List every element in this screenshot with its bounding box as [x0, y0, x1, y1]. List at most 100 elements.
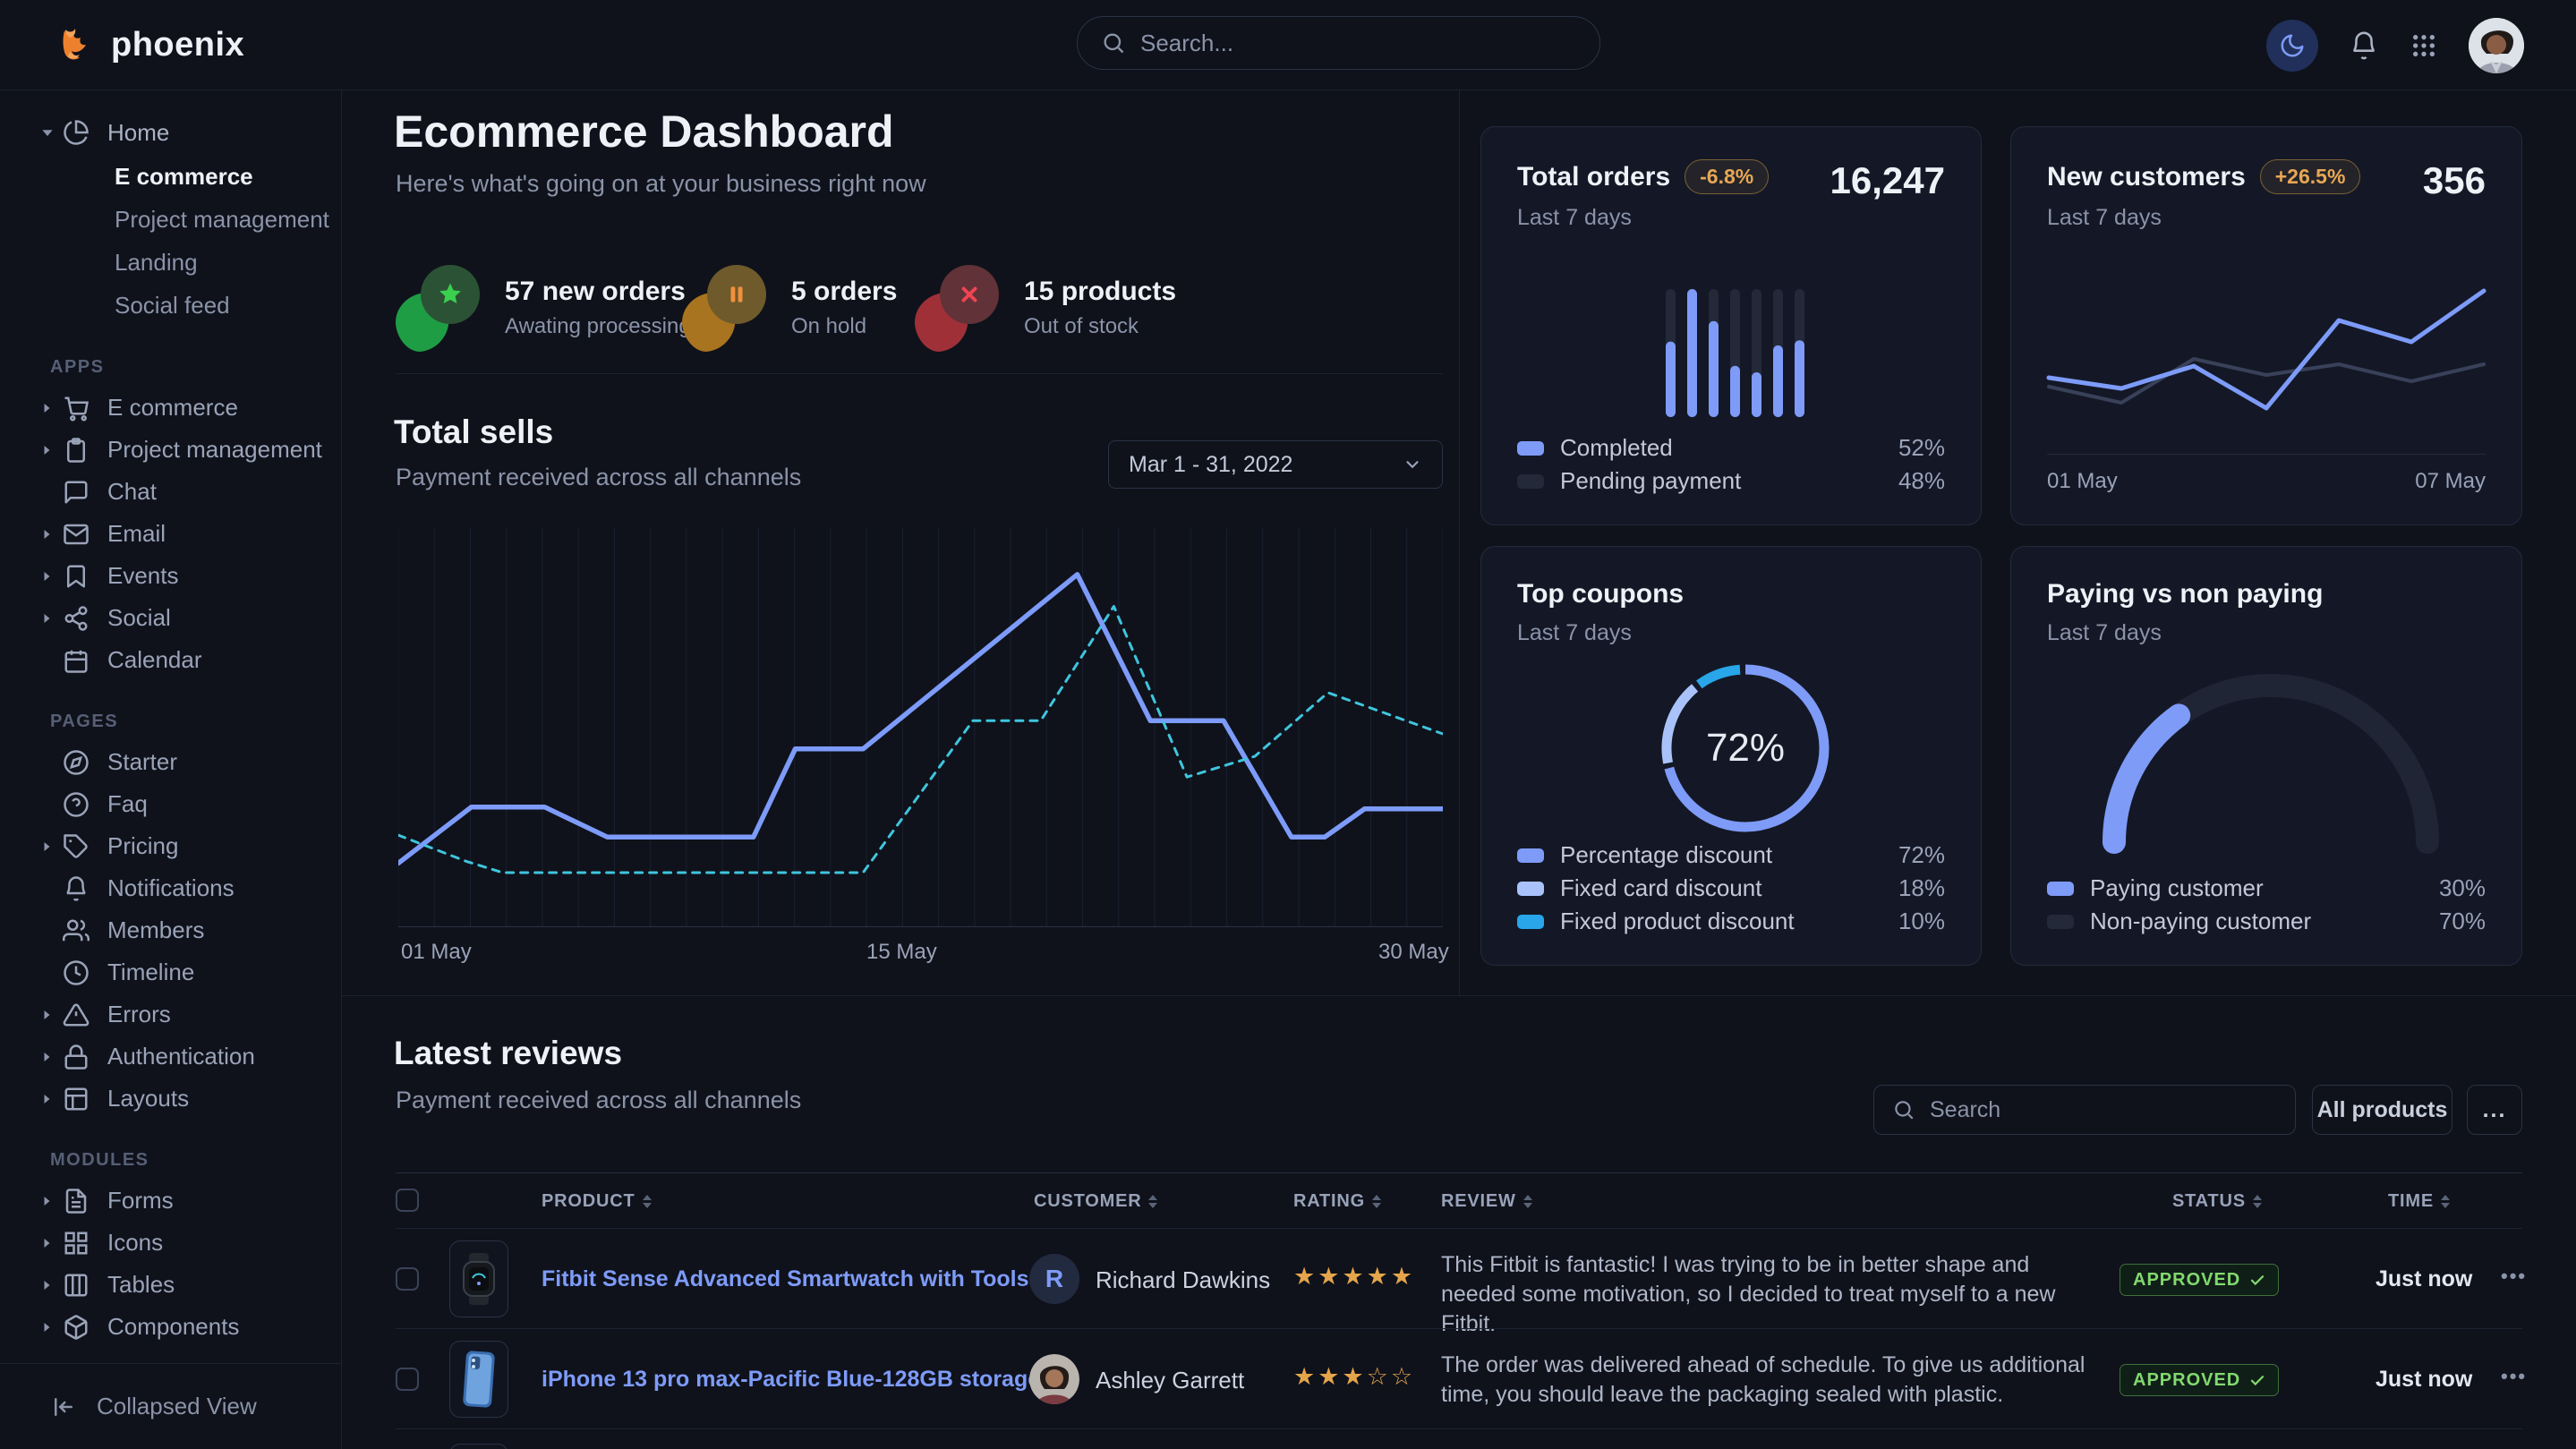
chevron-right-icon — [39, 1236, 63, 1250]
users-icon — [63, 917, 90, 944]
divider — [342, 995, 2576, 996]
chevron-right-icon — [39, 1320, 63, 1334]
sidebar-subitem-project-management[interactable]: Project management — [115, 198, 341, 241]
select-all-checkbox[interactable] — [396, 1189, 419, 1212]
customer-name: Ashley Garrett — [1096, 1367, 1244, 1394]
product-thumbnail[interactable] — [449, 1444, 508, 1449]
brand-logo[interactable]: phoenix — [52, 21, 244, 68]
warning-icon — [63, 1002, 90, 1028]
column-label: CUSTOMER — [1034, 1191, 1141, 1212]
legend-value: 18% — [1898, 874, 1945, 902]
sidebar-item-starter[interactable]: Starter — [0, 741, 341, 783]
moon-icon — [2279, 32, 2306, 59]
product-link[interactable]: Fitbit Sense Advanced Smartwatch with To… — [542, 1266, 1075, 1292]
sidebar-item-social[interactable]: Social — [0, 597, 341, 639]
sidebar-item-home[interactable]: Home — [0, 110, 341, 155]
clock-icon — [63, 959, 90, 986]
global-search[interactable] — [1077, 16, 1600, 70]
product-link[interactable]: iPhone 13 pro max-Pacific Blue-128GB sto… — [542, 1367, 1040, 1393]
sidebar-item-icons[interactable]: Icons — [0, 1222, 341, 1264]
sidebar-item-label: Chat — [107, 478, 157, 506]
collapse-sidebar-button[interactable]: Collapsed View — [0, 1363, 341, 1449]
apps-menu-button[interactable] — [2410, 31, 2438, 60]
sidebar-item-label: Notifications — [107, 874, 235, 902]
card-period: Last 7 days — [2047, 620, 2486, 646]
sidebar-item-timeline[interactable]: Timeline — [0, 951, 341, 993]
paying-card: Paying vs non paying Last 7 days Paying … — [2010, 546, 2522, 966]
status-label: APPROVED — [2133, 1370, 2240, 1391]
column-header-rating[interactable]: RATING — [1293, 1191, 1381, 1212]
column-header-time[interactable]: TIME — [2388, 1191, 2450, 1212]
home-submenu: E commerceProject managementLandingSocia… — [0, 155, 341, 327]
sidebar-subitem-landing[interactable]: Landing — [115, 241, 341, 284]
file-icon — [63, 1188, 90, 1215]
sidebar-subitem-social-feed[interactable]: Social feed — [115, 284, 341, 327]
row-actions-button[interactable]: ••• — [2501, 1265, 2527, 1288]
top-coupons-card: Top coupons Last 7 days 72% Percentage d… — [1480, 546, 1982, 966]
sidebar-item-members[interactable]: Members — [0, 909, 341, 951]
sidebar-item-faq[interactable]: Faq — [0, 783, 341, 825]
orders-bar-chart — [1665, 289, 1804, 417]
sidebar-subitem-e-commerce[interactable]: E commerce — [115, 155, 341, 198]
navbar-actions — [2266, 0, 2524, 90]
table-row — [396, 1428, 2522, 1449]
legend-row-completed: Completed52% — [1517, 431, 1945, 465]
legend-value: 70% — [2439, 908, 2486, 935]
sidebar-item-pricing[interactable]: Pricing — [0, 825, 341, 867]
sidebar-item-components[interactable]: Components — [0, 1306, 341, 1348]
mail-icon — [63, 521, 90, 548]
column-header-product[interactable]: PRODUCT — [542, 1191, 652, 1212]
stat-title: 57 new orders — [505, 277, 691, 307]
theme-toggle-button[interactable] — [2266, 20, 2318, 72]
global-search-input[interactable] — [1140, 30, 1576, 57]
sidebar-item-label: Faq — [107, 790, 148, 818]
row-actions-button[interactable]: ••• — [2501, 1365, 2527, 1388]
box-icon — [63, 1314, 90, 1341]
notifications-button[interactable] — [2349, 30, 2379, 61]
sidebar-section-label-pages: PAGES — [50, 712, 341, 732]
sidebar-item-email[interactable]: Email — [0, 513, 341, 555]
reviews-more-button[interactable]: ... — [2467, 1085, 2522, 1135]
legend-swatch — [1517, 882, 1544, 896]
sidebar-item-label: Social — [107, 604, 171, 632]
card-title: Top coupons — [1517, 579, 1945, 609]
column-header-status[interactable]: STATUS — [2172, 1191, 2262, 1212]
sidebar-item-label: Home — [107, 119, 169, 147]
orders-legend: Completed52%Pending payment48% — [1517, 431, 1945, 498]
stat-title: 15 products — [1024, 277, 1176, 307]
coupons-donut-chart: 72% — [1651, 654, 1839, 842]
tag-icon — [63, 833, 90, 860]
column-header-customer[interactable]: CUSTOMER — [1034, 1191, 1157, 1212]
column-header-review[interactable]: REVIEW — [1441, 1191, 1532, 1212]
row-checkbox[interactable] — [396, 1368, 419, 1391]
legend-swatch — [1517, 848, 1544, 863]
sidebar-item-layouts[interactable]: Layouts — [0, 1078, 341, 1120]
sidebar-item-calendar[interactable]: Calendar — [0, 639, 341, 681]
sidebar-item-project-management[interactable]: Project management — [0, 429, 341, 471]
all-products-button[interactable]: All products — [2312, 1085, 2452, 1135]
legend-value: 30% — [2439, 874, 2486, 902]
reviews-search-input[interactable] — [1930, 1097, 2277, 1123]
sidebar-item-authentication[interactable]: Authentication — [0, 1036, 341, 1078]
sidebar-item-notifications[interactable]: Notifications — [0, 867, 341, 909]
chevron-right-icon — [39, 569, 63, 584]
sidebar-item-events[interactable]: Events — [0, 555, 341, 597]
row-checkbox[interactable] — [396, 1267, 419, 1291]
user-avatar[interactable] — [2469, 18, 2524, 73]
sidebar-item-e-commerce[interactable]: E commerce — [0, 387, 341, 429]
customer-avatar: R — [1029, 1254, 1079, 1304]
sidebar-item-chat[interactable]: Chat — [0, 471, 341, 513]
compass-icon — [63, 749, 90, 776]
card-title: Total orders — [1517, 162, 1670, 192]
product-thumbnail[interactable] — [449, 1240, 508, 1317]
review-time: Just now — [2376, 1266, 2472, 1292]
product-thumbnail[interactable] — [449, 1341, 508, 1418]
coupons-legend: Percentage discount72%Fixed card discoun… — [1517, 839, 1945, 938]
sidebar-item-errors[interactable]: Errors — [0, 993, 341, 1036]
sidebar-item-label: Members — [107, 916, 204, 944]
date-range-select[interactable]: Mar 1 - 31, 2022 — [1108, 440, 1443, 489]
sidebar-item-tables[interactable]: Tables — [0, 1264, 341, 1306]
chevron-right-icon — [39, 1194, 63, 1208]
reviews-search[interactable] — [1873, 1085, 2296, 1135]
sidebar-item-forms[interactable]: Forms — [0, 1180, 341, 1222]
